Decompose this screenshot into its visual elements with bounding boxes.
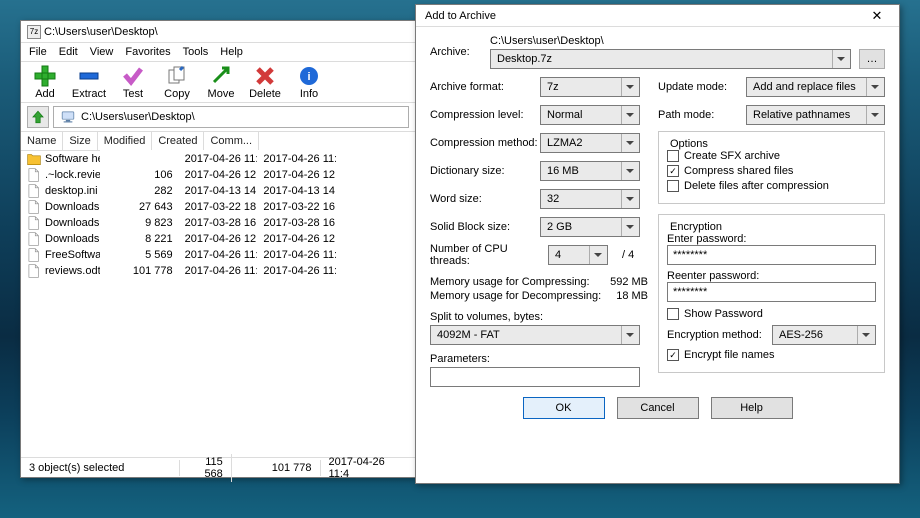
delete-after-checkbox[interactable]: Delete files after compression [667, 180, 876, 192]
ods-icon [27, 232, 41, 246]
test-button[interactable]: Test [113, 64, 153, 100]
dialog-title-bar[interactable]: Add to Archive ✕ [416, 5, 899, 27]
file-row[interactable]: reviews.odt101 7782017-04-26 11:422017-0… [21, 263, 415, 279]
close-icon[interactable]: ✕ [861, 8, 893, 24]
address-bar: C:\Users\user\Desktop\ [21, 103, 415, 132]
method-select[interactable]: LZMA2 [540, 133, 640, 153]
file-row[interactable]: desktop.ini2822017-04-13 14:402017-04-13… [21, 183, 415, 199]
path-mode-select[interactable]: Relative pathnames [746, 105, 885, 125]
show-password-checkbox[interactable]: Show Password [667, 308, 876, 320]
format-select[interactable]: 7z [540, 77, 640, 97]
delete-icon [254, 65, 276, 87]
window-title: C:\Users\user\Desktop\ [41, 26, 409, 38]
file-row[interactable]: .~lock.reviews.odt#1062017-04-26 12:0620… [21, 167, 415, 183]
add-to-archive-dialog: Add to Archive ✕ Archive: C:\Users\user\… [415, 4, 900, 484]
cpu-max-label: / 4 [622, 249, 634, 261]
plus-icon [34, 65, 56, 87]
file-row[interactable]: Software hero images2017-04-26 11:292017… [21, 151, 415, 167]
menu-edit[interactable]: Edit [59, 46, 78, 58]
doc-icon [27, 184, 41, 198]
file-row[interactable]: DownloadsDatabase2.odt9 8232017-03-28 16… [21, 215, 415, 231]
encrypt-names-checkbox[interactable]: ✓Encrypt file names [667, 349, 876, 361]
status-bar: 3 object(s) selected 115 568 101 778 201… [21, 457, 415, 477]
file-list: NameSizeModifiedCreatedComm... Software … [21, 132, 415, 295]
sevenzip-main-window: 7z C:\Users\user\Desktop\ File Edit View Fa… [20, 20, 416, 478]
dialog-title: Add to Archive [422, 10, 861, 22]
file-row[interactable]: DownloadsPlan.ods8 2212017-04-26 12:0420… [21, 231, 415, 247]
parameters-input[interactable] [430, 367, 640, 387]
move-button[interactable]: Move [201, 64, 241, 100]
odt-icon [27, 216, 41, 230]
odt-icon [27, 248, 41, 262]
menu-file[interactable]: File [29, 46, 47, 58]
archive-file-combo[interactable]: Desktop.7z [490, 49, 851, 69]
file-row[interactable]: FreeSoftwareReviewTe...5 5692017-04-26 1… [21, 247, 415, 263]
column-header-comm[interactable]: Comm... [204, 132, 259, 150]
word-select[interactable]: 32 [540, 189, 640, 209]
dict-select[interactable]: 16 MB [540, 161, 640, 181]
title-bar[interactable]: 7z C:\Users\user\Desktop\ [21, 21, 415, 43]
menu-favorites[interactable]: Favorites [125, 46, 170, 58]
level-select[interactable]: Normal [540, 105, 640, 125]
menu-help[interactable]: Help [220, 46, 243, 58]
column-header-name[interactable]: Name [21, 132, 63, 150]
mem-compress-value: 592 MB [610, 276, 648, 288]
ok-button[interactable]: OK [523, 397, 605, 419]
update-mode-select[interactable]: Add and replace files [746, 77, 885, 97]
nav-up-button[interactable] [27, 106, 49, 128]
menu-bar: File Edit View Favorites Tools Help [21, 43, 415, 62]
extract-button[interactable]: Extract [69, 64, 109, 100]
block-select[interactable]: 2 GB [540, 217, 640, 237]
folder-icon [27, 152, 41, 166]
cancel-button[interactable]: Cancel [617, 397, 699, 419]
status-objects: 3 object(s) selected [21, 460, 180, 476]
encryption-group: Encryption Enter password: Reenter passw… [658, 214, 885, 373]
computer-icon [60, 109, 76, 125]
check-icon [122, 65, 144, 87]
status-date: 2017-04-26 11:4 [321, 454, 416, 482]
file-row[interactable]: Downloads.ods27 6432017-03-22 18:462017-… [21, 199, 415, 215]
encryption-method-select[interactable]: AES-256 [772, 325, 876, 345]
password-reenter-input[interactable] [667, 282, 876, 302]
column-header-modified[interactable]: Modified [97, 132, 152, 150]
ods-icon [27, 200, 41, 214]
archive-path: C:\Users\user\Desktop\ [490, 35, 885, 47]
archive-label: Archive: [430, 46, 490, 58]
options-group: Options Create SFX archive ✓Compress sha… [658, 131, 885, 204]
odt-icon [27, 264, 41, 278]
move-icon [210, 65, 232, 87]
cpu-threads-select[interactable]: 4 [548, 245, 608, 265]
column-header-created[interactable]: Created [152, 132, 204, 150]
copy-button[interactable]: Copy [157, 64, 197, 100]
info-button[interactable]: Info [289, 64, 329, 100]
help-button[interactable]: Help [711, 397, 793, 419]
add-button[interactable]: Add [25, 64, 65, 100]
mem-decompress-value: 18 MB [616, 290, 648, 302]
menu-view[interactable]: View [90, 46, 114, 58]
minus-icon [78, 65, 100, 87]
info-icon [298, 65, 320, 87]
tool-bar: AddExtractTestCopyMoveDeleteInfo [21, 62, 415, 103]
shared-checkbox[interactable]: ✓Compress shared files [667, 165, 876, 177]
sevenzip-app-icon: 7z [27, 25, 41, 39]
column-header-size[interactable]: Size [63, 132, 97, 150]
password-input[interactable] [667, 245, 876, 265]
split-volumes-combo[interactable]: 4092M - FAT [430, 325, 640, 345]
delete-button[interactable]: Delete [245, 64, 285, 100]
browse-button[interactable]: … [859, 49, 885, 69]
sfx-checkbox[interactable]: Create SFX archive [667, 150, 876, 162]
status-size: 115 568 [180, 454, 231, 482]
doc-icon [27, 168, 41, 182]
copy-icon [166, 65, 188, 87]
address-input[interactable]: C:\Users\user\Desktop\ [53, 106, 409, 128]
status-sel: 101 778 [232, 460, 321, 476]
compression-settings: Archive format: 7z Compression level: No… [430, 75, 648, 387]
menu-tools[interactable]: Tools [183, 46, 209, 58]
